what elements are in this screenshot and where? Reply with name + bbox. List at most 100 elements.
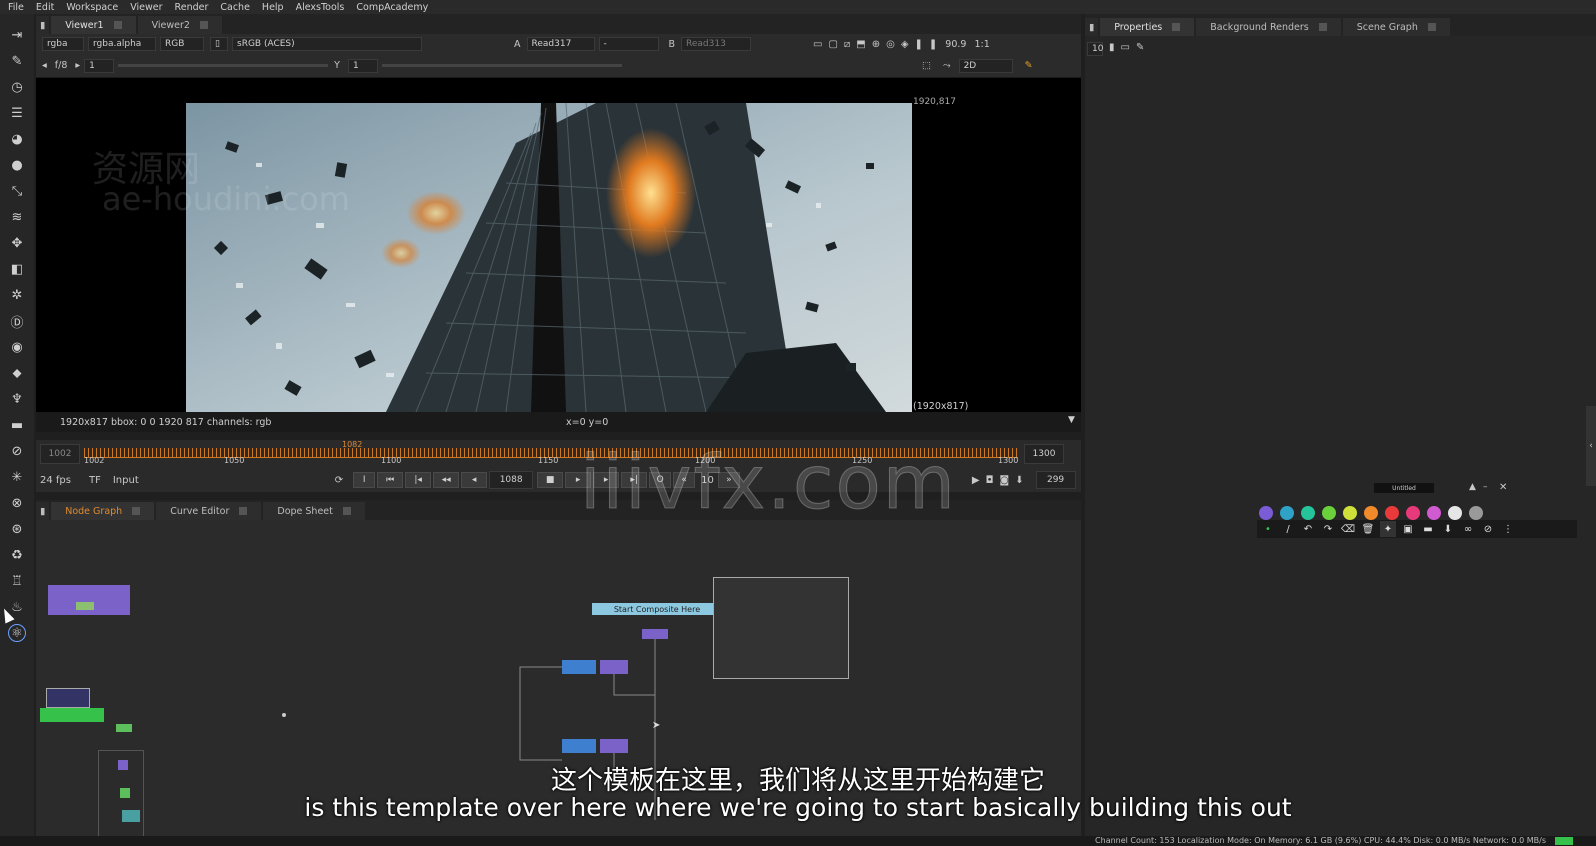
menu-compacademy[interactable]: CompAcademy [356, 2, 428, 13]
palette-up-icon[interactable]: ▲ [1469, 482, 1476, 492]
color-swatch[interactable] [1301, 506, 1315, 520]
draw-tool-icon[interactable]: ✎ [8, 52, 26, 70]
pane-menu-icon[interactable]: ▮ [36, 16, 50, 34]
channels-dropdown[interactable]: rgba [42, 37, 84, 51]
expand-arrow-icon[interactable]: ▼ [1068, 415, 1075, 425]
input-dropdown[interactable]: Input [113, 475, 139, 486]
pane-menu-icon[interactable]: ▮ [36, 502, 50, 520]
prev-keyframe-button[interactable]: |◂ [405, 472, 432, 488]
menu-cache[interactable]: Cache [220, 2, 250, 13]
dot-icon[interactable]: • [1260, 521, 1276, 537]
close-icon[interactable] [1427, 23, 1436, 31]
first-frame-button[interactable]: ⏮ [377, 472, 404, 488]
particles-tool-icon[interactable]: ✲ [8, 286, 26, 304]
tab-viewer2[interactable]: Viewer2 [137, 16, 222, 34]
close-icon[interactable] [1318, 23, 1327, 31]
gamma-slider[interactable] [381, 64, 622, 67]
input-a-dropdown[interactable]: Read317 [526, 37, 595, 51]
tab-viewer1[interactable]: Viewer1 [51, 16, 136, 34]
close-icon[interactable] [113, 21, 122, 29]
loop-icon[interactable]: ⟳ [335, 475, 343, 486]
color-tool-icon[interactable]: ◕ [8, 130, 26, 148]
link-icon[interactable]: ∞ [1460, 521, 1476, 537]
tf-dropdown[interactable]: TF [89, 475, 101, 486]
cara-tool-icon[interactable]: ⊛ [8, 520, 26, 538]
save-icon[interactable]: ▣ [1400, 521, 1416, 537]
3d-tool-icon[interactable]: ◧ [8, 260, 26, 278]
frame-count-field[interactable]: 299 [1035, 471, 1076, 489]
time-tool-icon[interactable]: ◷ [8, 78, 26, 96]
color-swatch[interactable] [1385, 506, 1399, 520]
download-icon[interactable]: ⬇ [1440, 521, 1456, 537]
flipbook-icons[interactable]: ▶◘◙⬇ [972, 475, 1030, 486]
curve-icon[interactable]: ⤳ [943, 60, 951, 71]
current-frame-marker[interactable]: 1082 [342, 440, 362, 449]
menu-workspace[interactable]: Workspace [66, 2, 118, 13]
gain-field[interactable]: 1 [84, 58, 115, 73]
furnace-tool-icon[interactable]: ⊘ [8, 442, 26, 460]
gain-slider[interactable] [118, 64, 329, 67]
plugin-tool-icon[interactable]: ✳ [8, 468, 26, 486]
prev-step-button[interactable]: ◂◂ [433, 472, 460, 488]
toolsets-tool-icon[interactable]: ♆ [8, 390, 26, 408]
color-swatch[interactable] [1448, 506, 1462, 520]
collapse-arrow-icon[interactable]: ‹ [1586, 406, 1596, 486]
more-icon[interactable]: ⋮ [1500, 521, 1516, 537]
stop-button[interactable]: ■ [537, 472, 564, 488]
gamma-field[interactable]: 1 [347, 58, 378, 73]
menu-edit[interactable]: Edit [36, 2, 54, 13]
deep-tool-icon[interactable]: Ⓓ [8, 312, 26, 331]
views-tool-icon[interactable]: ◉ [8, 338, 26, 356]
close-icon[interactable] [342, 507, 351, 515]
menu-alexstools[interactable]: AlexsTools [296, 2, 345, 13]
paint-icon[interactable]: ✎ [1025, 60, 1033, 71]
tab-background-renders[interactable]: Background Renders [1196, 18, 1341, 36]
color-swatch[interactable] [1259, 506, 1273, 520]
gizmo-tool-icon[interactable]: ⊗ [8, 494, 26, 512]
eraser-icon[interactable]: ⌫ [1340, 521, 1356, 537]
fstop-arrow-icon[interactable]: ◂ [42, 60, 47, 71]
filter-tool-icon[interactable]: ● [8, 156, 26, 174]
metadata-tool-icon[interactable]: ⬥ [8, 364, 26, 382]
color-swatch[interactable] [1280, 506, 1294, 520]
pen-icon[interactable]: / [1280, 521, 1296, 537]
transform-tool-icon[interactable]: ✥ [8, 234, 26, 252]
menu-file[interactable]: File [8, 2, 24, 13]
display-mode-dropdown[interactable]: RGB [160, 37, 204, 51]
max-panels-field[interactable]: 10 [1087, 42, 1103, 56]
compacademy-tool-icon[interactable]: ♻ [8, 546, 26, 564]
trash-icon[interactable]: 🗑 [1360, 521, 1376, 537]
redo-icon[interactable]: ↷ [1320, 521, 1336, 537]
play-backward-button[interactable]: ◂ [461, 472, 488, 488]
undo-icon[interactable]: ↶ [1300, 521, 1316, 537]
fps-dropdown[interactable]: 24 fps [40, 475, 71, 486]
image-tool-icon[interactable]: ⇥ [8, 26, 26, 44]
tab-curve-editor[interactable]: Curve Editor [156, 502, 262, 520]
palette-minimize-icon[interactable]: – [1483, 482, 1488, 492]
keyer-tool-icon[interactable]: ⤡ [8, 182, 26, 200]
menu-help[interactable]: Help [262, 2, 284, 13]
in-point-button[interactable]: I [353, 472, 376, 488]
tab-dope-sheet[interactable]: Dope Sheet [263, 502, 365, 520]
color-swatch[interactable] [1469, 506, 1483, 520]
wipe-mode-dropdown[interactable]: - [598, 37, 659, 51]
merge-tool-icon[interactable]: ≋ [8, 208, 26, 226]
tab-scene-graph[interactable]: Scene Graph [1342, 18, 1450, 36]
lut-toggle[interactable]: ▯ [210, 37, 228, 51]
roi-icon[interactable]: ⬚ [922, 60, 931, 71]
view-mode-dropdown[interactable]: 2D [958, 58, 1013, 73]
pin-icon[interactable]: ✦ [1380, 521, 1396, 537]
current-frame-field[interactable]: 1088 [489, 471, 534, 489]
viewer-tool-icons[interactable]: ▭▢⧄⬒⊕◎◈❚❚ [813, 39, 943, 50]
close-icon[interactable] [132, 507, 141, 515]
color-swatch[interactable] [1364, 506, 1378, 520]
tab-properties[interactable]: Properties [1100, 18, 1195, 36]
color-swatch[interactable] [1427, 506, 1441, 520]
close-icon[interactable] [239, 507, 248, 515]
fstop-arrow-right-icon[interactable]: ▸ [75, 60, 80, 71]
timeline-end-field[interactable]: 1300 [1024, 444, 1064, 464]
color-swatch[interactable] [1322, 506, 1336, 520]
color-swatch[interactable] [1406, 506, 1420, 520]
robot-tool-icon[interactable]: ♖ [8, 572, 26, 590]
ratio-dropdown[interactable]: 1:1 [974, 39, 989, 50]
